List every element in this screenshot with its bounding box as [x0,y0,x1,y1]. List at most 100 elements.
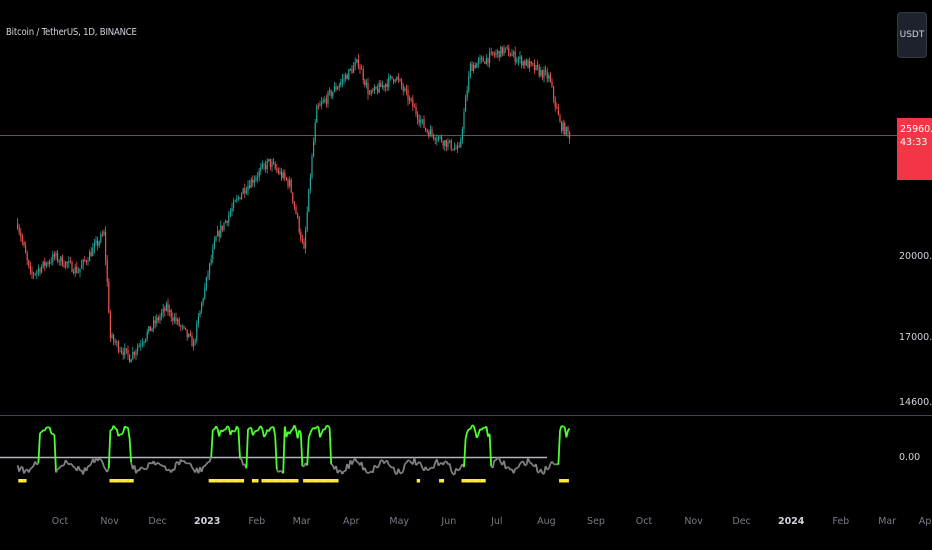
time-axis-label: Feb [248,516,266,527]
candle [149,326,151,332]
indicator-segment [293,424,297,430]
signal-dot [128,479,131,483]
candle [319,100,321,107]
signal-dot [275,479,278,483]
signal-dot [218,479,221,483]
candle [241,192,243,201]
candle [333,81,335,93]
candle [373,84,375,95]
candle [429,124,431,137]
signal-dot [327,479,329,483]
candle [453,142,455,151]
candle [266,158,268,174]
signal-dot [442,479,445,483]
indicator-segment [77,465,81,472]
candle [317,102,319,110]
signal-dot [474,479,477,483]
candle [500,45,502,58]
signal-dot [253,479,256,483]
candle [477,56,479,68]
candle [45,261,47,269]
candle [129,354,131,363]
candle [73,268,75,275]
candle [311,153,313,180]
signal-dot [21,479,24,483]
candle [474,62,476,69]
candle [479,54,481,65]
candle [124,343,126,360]
candle [386,78,388,92]
candle [212,244,214,264]
candle [348,68,350,81]
signal-dot [312,479,315,483]
candle [82,258,84,271]
candle [119,346,121,353]
indicator-segment [60,464,63,468]
candle [497,48,499,58]
candle [426,128,428,134]
indicator-segment [272,426,277,437]
indicator-segment [48,426,53,434]
indicator-segment [397,468,401,474]
indicator-segment [204,463,208,467]
candle [276,164,278,174]
candle [341,73,343,88]
indicator-segment [363,467,368,473]
candle [209,262,211,280]
indicator-segment [373,464,377,468]
indicator-segment [157,462,161,466]
candle [165,301,167,312]
candle [293,201,295,211]
indicator-segment [43,426,48,431]
candle [244,183,246,199]
indicator-segment [253,429,257,433]
indicator-segment [320,429,325,434]
candle [247,180,249,196]
candle [17,218,19,230]
indicator-segment [455,467,459,471]
currency-button[interactable]: USDT [897,12,927,58]
signal-dot [264,479,267,483]
chart-canvas[interactable] [0,0,932,550]
candle [399,78,401,82]
candle [284,169,286,182]
candle [191,332,193,347]
indicator-segment [140,466,143,469]
indicator-segment [469,425,473,430]
signal-dot [303,479,305,483]
candles-series [17,44,571,363]
candle [23,240,25,248]
indicator-segment [458,466,462,471]
indicator-segment [145,467,148,471]
candle [106,254,108,287]
signal-dot [122,479,125,483]
time-axis-label: Sep [587,516,605,527]
candle [28,259,30,269]
candle [322,97,324,104]
indicator-segment [354,458,358,463]
candle [449,140,451,144]
candle [282,169,284,180]
indicator-segment [442,461,446,466]
indicator-segment [527,457,531,463]
signal-dot [19,479,22,483]
indicator-segment [39,431,43,434]
candle [210,254,212,266]
candle [217,225,219,237]
candle [298,215,300,235]
candle [89,249,91,262]
candle [335,83,337,92]
candle [61,254,63,267]
candle [93,238,95,254]
signal-dot [567,479,569,483]
candle [116,339,118,347]
indicator-segment [463,438,467,468]
candle [196,320,198,344]
candle [164,305,166,317]
indicator-segment [491,459,496,469]
signal-dot [237,479,240,483]
candle [154,315,156,329]
candle [401,78,403,90]
candle [25,241,27,254]
candle [292,192,294,205]
